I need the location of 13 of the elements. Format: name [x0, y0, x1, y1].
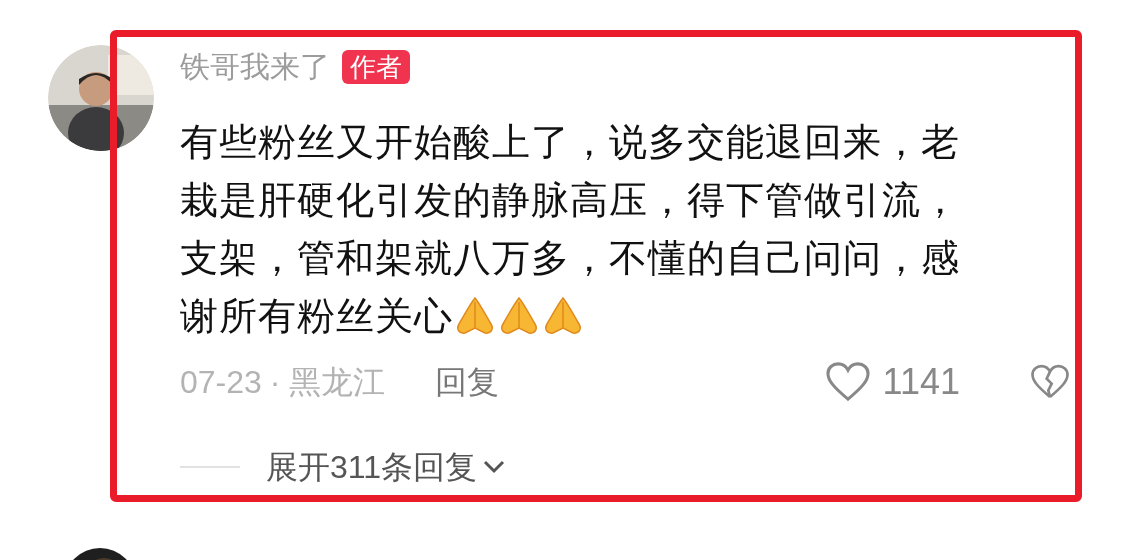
comment-text-line: 有些粉丝又开始酸上了，说多交能退回来，老 [180, 120, 960, 165]
separator-dot: · [269, 366, 281, 398]
reply-button[interactable]: 回复 [434, 366, 499, 398]
like-count: 1141 [882, 364, 960, 400]
comment-text-line: 支架，管和架就八万多，不懂的自己问问，感 [180, 236, 960, 281]
author-name[interactable]: 铁哥我来了 [180, 52, 330, 82]
comment-date: 07-23 [180, 366, 262, 398]
comment-text-line: 谢所有粉丝关心 [180, 294, 453, 339]
expand-replies-button[interactable]: 展开311条回复 [266, 451, 507, 483]
comment-text-line: 栽是肝硬化引发的静脉高压，得下管做引流， [180, 178, 960, 223]
heart-icon[interactable] [824, 361, 871, 403]
comment-location: 黑龙江 [288, 366, 385, 398]
author-badge: 作者 [342, 50, 410, 84]
